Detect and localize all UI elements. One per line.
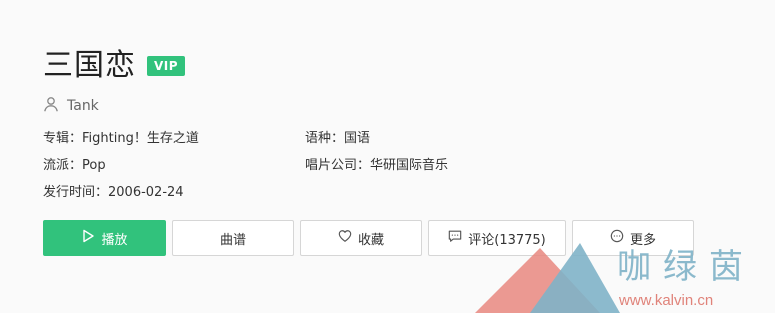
genre-label: 流派： xyxy=(43,158,83,173)
song-title: 三国恋 xyxy=(43,48,136,83)
singer-row[interactable]: Tank xyxy=(43,96,99,116)
watermark-text: 咖绿茵 xyxy=(617,247,755,287)
release-date-label: 发行时间： xyxy=(43,185,109,200)
label-company-label: 唱片公司： xyxy=(305,158,371,173)
score-button[interactable]: 曲谱 xyxy=(172,220,294,256)
release-date-value: 2006-02-24 xyxy=(108,185,184,200)
language-value: 国语 xyxy=(344,131,371,146)
score-button-label: 曲谱 xyxy=(219,232,246,248)
favorite-button-label: 收藏 xyxy=(357,232,384,248)
album-info: 专辑：Fighting！生存之道 xyxy=(43,130,199,148)
label-company-info: 唱片公司：华研国际音乐 xyxy=(305,157,448,175)
favorite-button[interactable]: 收藏 xyxy=(300,220,422,256)
title-row: 三国恋 VIP xyxy=(43,46,186,86)
album-value[interactable]: Fighting！生存之道 xyxy=(82,131,199,146)
genre-value: Pop xyxy=(82,158,106,173)
vip-badge: VIP xyxy=(147,56,186,76)
release-date-info: 发行时间：2006-02-24 xyxy=(43,184,184,202)
language-label: 语种： xyxy=(305,131,345,146)
singer-name[interactable]: Tank xyxy=(67,98,99,114)
genre-info: 流派：Pop xyxy=(43,157,106,175)
label-company-value: 华研国际音乐 xyxy=(370,158,449,173)
play-button-label: 播放 xyxy=(101,232,128,248)
play-icon xyxy=(81,229,101,247)
comment-icon xyxy=(448,229,468,247)
heart-icon xyxy=(338,229,358,247)
watermark-url: www.kalvin.cn xyxy=(619,292,714,309)
language-info: 语种：国语 xyxy=(305,130,370,148)
user-icon xyxy=(43,96,59,116)
play-button[interactable]: 播放 xyxy=(43,220,166,256)
album-label: 专辑： xyxy=(43,131,83,146)
